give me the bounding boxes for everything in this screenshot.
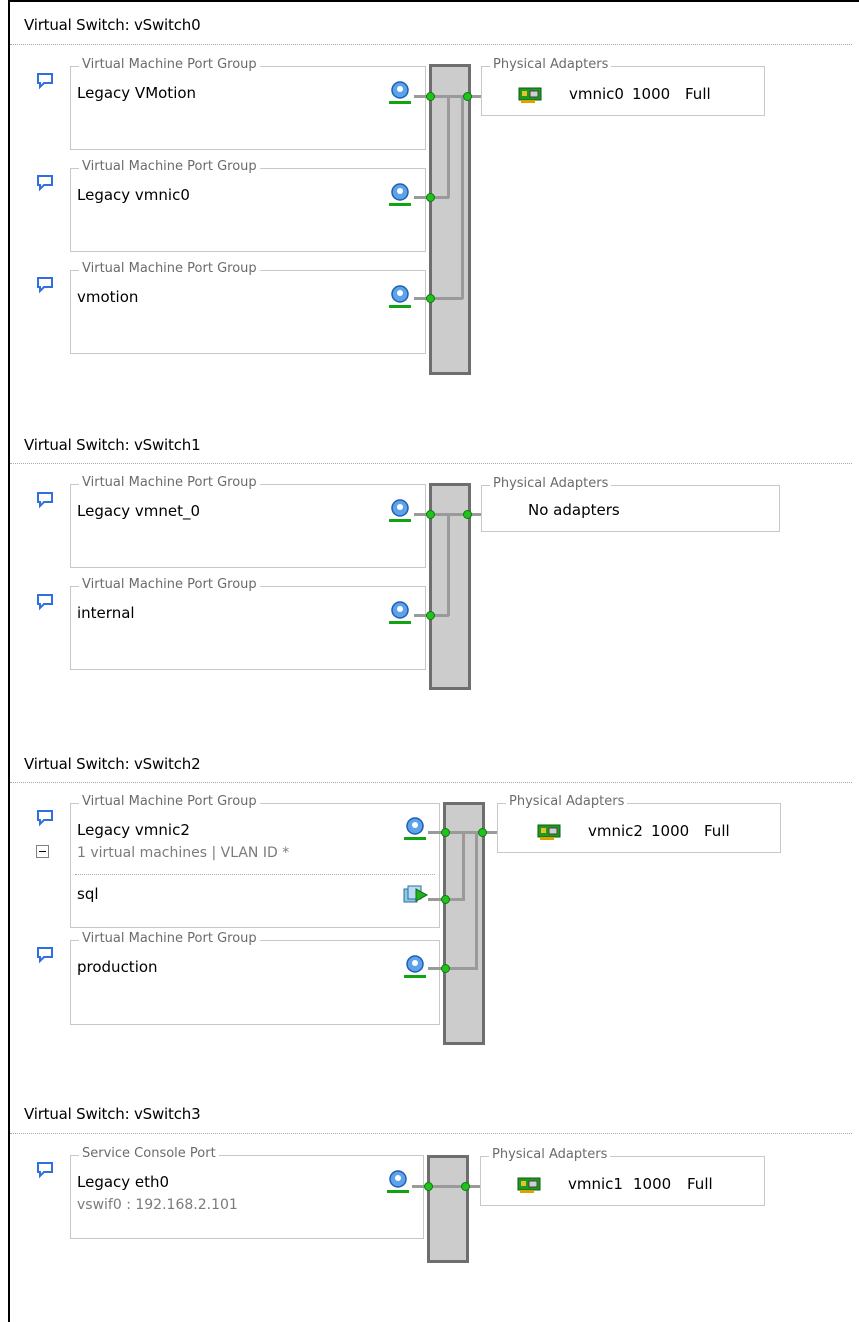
link-dot — [461, 1182, 470, 1191]
adapter-duplex: Full — [704, 822, 730, 840]
network-port-icon[interactable] — [384, 1169, 412, 1195]
network-adapter-icon — [518, 87, 542, 103]
network-port-icon[interactable] — [386, 80, 414, 106]
wire — [414, 297, 463, 300]
network-port-icon[interactable] — [401, 954, 429, 980]
port-group-vmotion[interactable]: Virtual Machine Port Group vmotion — [70, 261, 426, 354]
speech-bubble-icon[interactable] — [36, 593, 54, 611]
wire — [428, 967, 477, 970]
port-group-name: Legacy VMotion — [77, 84, 197, 102]
port-group-legacy-vmnic0[interactable]: Virtual Machine Port Group Legacy vmnic0 — [70, 159, 426, 252]
network-port-icon[interactable] — [401, 816, 429, 842]
no-adapters-text: No adapters — [528, 501, 620, 519]
vswitch3-switch-bar — [427, 1155, 469, 1263]
link-dot — [424, 1182, 433, 1191]
speech-bubble-icon[interactable] — [36, 276, 54, 294]
network-adapter-icon — [537, 824, 561, 840]
port-group-legend: Virtual Machine Port Group — [79, 57, 260, 72]
link-dot — [441, 964, 450, 973]
adapter-duplex: Full — [685, 85, 711, 103]
port-group-divider — [75, 874, 435, 875]
vswitch0-separator — [10, 44, 852, 45]
vswitch1-title: Virtual Switch: vSwitch1 — [24, 436, 201, 454]
speech-bubble-icon[interactable] — [36, 491, 54, 509]
port-group-legend: Virtual Machine Port Group — [79, 261, 260, 276]
port-group-summary: vswif0 : 192.168.2.101 — [77, 1197, 238, 1213]
adapter-name: vmnic0 — [569, 85, 624, 103]
wire — [461, 96, 464, 299]
vswitch0-title: Virtual Switch: vSwitch0 — [24, 16, 201, 34]
network-port-icon[interactable] — [386, 182, 414, 208]
port-group-production[interactable]: Virtual Machine Port Group production — [70, 931, 440, 1025]
port-group-legend: Virtual Machine Port Group — [79, 475, 260, 490]
physical-adapters-legend: Physical Adapters — [506, 794, 628, 809]
adapter-speed: 1000 — [632, 85, 671, 103]
port-group-legend: Virtual Machine Port Group — [79, 931, 260, 946]
network-port-icon[interactable] — [386, 284, 414, 310]
speech-bubble-icon[interactable] — [36, 809, 54, 827]
port-group-legend: Virtual Machine Port Group — [79, 794, 260, 809]
port-group-legend: Virtual Machine Port Group — [79, 577, 260, 592]
vswitch0-switch-bar — [429, 64, 471, 375]
link-dot — [441, 895, 450, 904]
network-port-icon[interactable] — [386, 498, 414, 524]
adapter-name: vmnic1 — [568, 1175, 623, 1193]
vswitch3-separator — [10, 1133, 852, 1134]
link-dot — [441, 828, 450, 837]
service-console-port-legacy-eth0[interactable]: Service Console Port Legacy eth0 vswif0 … — [70, 1146, 424, 1239]
port-group-legend: Virtual Machine Port Group — [79, 159, 260, 174]
physical-adapters-legend: Physical Adapters — [489, 1147, 611, 1162]
speech-bubble-icon[interactable] — [36, 72, 54, 90]
port-group-summary: 1 virtual machines | VLAN ID * — [77, 845, 290, 861]
link-dot — [426, 92, 435, 101]
physical-adapters-legend: Physical Adapters — [490, 476, 612, 491]
virtual-machine-icon[interactable] — [403, 884, 429, 906]
adapter-speed: 1000 — [651, 822, 690, 840]
vswitch1-separator — [10, 463, 852, 464]
link-dot — [426, 510, 435, 519]
port-group-internal[interactable]: Virtual Machine Port Group internal — [70, 577, 426, 670]
physical-adapters-legend: Physical Adapters — [490, 57, 612, 72]
network-port-icon[interactable] — [386, 600, 414, 626]
adapter-duplex: Full — [687, 1175, 713, 1193]
link-dot — [463, 510, 472, 519]
network-configuration-view: Virtual Switch: vSwitch0 Virtual Machine… — [0, 0, 859, 1322]
vswitch3-title: Virtual Switch: vSwitch3 — [24, 1105, 201, 1123]
link-dot — [463, 92, 472, 101]
adapter-speed: 1000 — [633, 1175, 672, 1193]
wire — [447, 514, 450, 616]
vm-name[interactable]: sql — [77, 885, 99, 903]
collapse-toggle[interactable] — [36, 845, 49, 858]
wire — [475, 832, 478, 970]
port-group-legacy-vmnic2[interactable]: Virtual Machine Port Group Legacy vmnic2… — [70, 794, 440, 928]
port-group-legacy-vmotion[interactable]: Virtual Machine Port Group Legacy VMotio… — [70, 57, 426, 150]
port-group-name: Legacy vmnet_0 — [77, 502, 201, 520]
speech-bubble-icon[interactable] — [36, 946, 54, 964]
port-group-legacy-vmnet-0[interactable]: Virtual Machine Port Group Legacy vmnet_… — [70, 475, 426, 568]
speech-bubble-icon[interactable] — [36, 1161, 54, 1179]
vswitch2-separator — [10, 782, 852, 783]
vswitch1-physical-adapters[interactable]: Physical Adapters No adapters — [481, 476, 780, 532]
port-group-name: internal — [77, 604, 135, 622]
port-group-name: production — [77, 958, 158, 976]
wire — [462, 832, 465, 901]
link-dot — [426, 193, 435, 202]
port-group-legend: Service Console Port — [79, 1146, 219, 1161]
port-group-name: Legacy eth0 — [77, 1173, 170, 1191]
link-dot — [426, 294, 435, 303]
port-group-name: Legacy vmnic0 — [77, 186, 190, 204]
adapter-name: vmnic2 — [588, 822, 643, 840]
vswitch2-title: Virtual Switch: vSwitch2 — [24, 755, 201, 773]
network-adapter-icon — [517, 1177, 541, 1193]
link-dot — [478, 828, 487, 837]
wire — [447, 96, 450, 198]
port-group-name: Legacy vmnic2 — [77, 821, 190, 839]
link-dot — [426, 611, 435, 620]
port-group-name: vmotion — [77, 288, 139, 306]
speech-bubble-icon[interactable] — [36, 174, 54, 192]
